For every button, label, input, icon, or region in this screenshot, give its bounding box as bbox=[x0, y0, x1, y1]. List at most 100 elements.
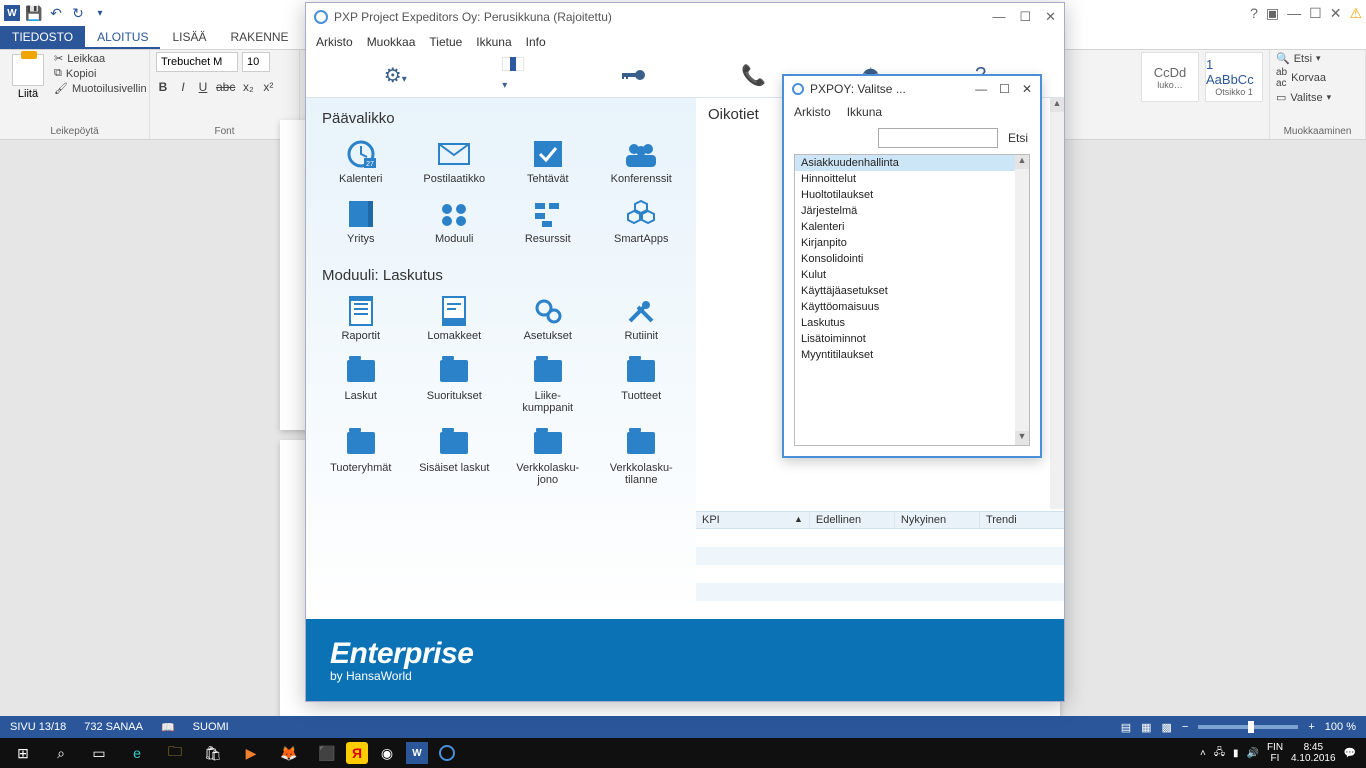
popup-close-icon[interactable]: ✕ bbox=[1022, 82, 1032, 96]
find-button[interactable]: 🔍Etsi ▾ bbox=[1276, 52, 1331, 65]
zoom-slider[interactable] bbox=[1198, 725, 1298, 729]
save-icon[interactable]: 💾 bbox=[26, 5, 42, 21]
popup-scrollbar[interactable]: ▲ ▼ bbox=[1015, 155, 1029, 445]
redo-icon[interactable]: ↻ bbox=[70, 5, 86, 21]
yandex-icon[interactable]: Я bbox=[346, 742, 368, 764]
tile-lomakkeet[interactable]: Lomakkeet bbox=[408, 292, 502, 346]
list-item[interactable]: Laskutus bbox=[795, 315, 1029, 331]
tile-postilaatikko[interactable]: Postilaatikko bbox=[408, 135, 502, 189]
list-item[interactable]: Asiakkuudenhallinta bbox=[795, 155, 1029, 171]
kpi-col-prev[interactable]: Edellinen bbox=[810, 512, 895, 528]
firefox-icon[interactable]: 🦊 bbox=[270, 738, 308, 768]
minimize-icon[interactable]: — bbox=[1287, 5, 1301, 21]
format-painter-button[interactable]: 🖌Muotoilusivellin bbox=[54, 82, 147, 95]
maximize-icon[interactable]: ☐ bbox=[1309, 5, 1322, 22]
table-row[interactable] bbox=[696, 601, 1064, 619]
paste-button[interactable]: Liitä bbox=[6, 52, 50, 102]
tile-verkkolasku-tilanne[interactable]: Verkkolasku-tilanne bbox=[595, 424, 689, 490]
tile-smartapps[interactable]: SmartApps bbox=[595, 195, 689, 249]
view-print-icon[interactable]: ▦ bbox=[1141, 721, 1151, 734]
help-icon[interactable]: ? bbox=[1250, 5, 1258, 21]
table-row[interactable] bbox=[696, 547, 1064, 565]
zoom-in-button[interactable]: + bbox=[1308, 721, 1314, 733]
view-read-icon[interactable]: ▤ bbox=[1121, 721, 1131, 734]
tray-volume-icon[interactable]: 🔊 bbox=[1246, 748, 1258, 759]
key-icon[interactable] bbox=[620, 68, 646, 82]
kpi-col-kpi[interactable]: KPI ▲ bbox=[696, 512, 810, 528]
font-size-combo[interactable] bbox=[242, 52, 270, 72]
close-icon[interactable]: ✕ bbox=[1330, 5, 1342, 22]
tray-language[interactable]: FINFI bbox=[1267, 742, 1283, 764]
table-row[interactable] bbox=[696, 529, 1064, 547]
zoom-out-button[interactable]: − bbox=[1182, 721, 1188, 733]
table-row[interactable] bbox=[696, 583, 1064, 601]
pxp-menu-item[interactable]: Info bbox=[526, 35, 546, 49]
tile-resurssit[interactable]: Resurssit bbox=[501, 195, 595, 249]
word-count[interactable]: 732 SANAA bbox=[84, 721, 143, 733]
undo-icon[interactable]: ↶ bbox=[48, 5, 64, 21]
tab-home[interactable]: ALOITUS bbox=[85, 26, 160, 49]
list-item[interactable]: Kirjanpito bbox=[795, 235, 1029, 251]
popup-menu-item[interactable]: Arkisto bbox=[794, 105, 831, 119]
popup-titlebar[interactable]: PXPOY: Valitse ... — ☐ ✕ bbox=[784, 76, 1040, 102]
kpi-col-curr[interactable]: Nykyinen bbox=[895, 512, 980, 528]
tile-suoritukset[interactable]: Suoritukset bbox=[408, 352, 502, 418]
tile-raportit[interactable]: Raportit bbox=[314, 292, 408, 346]
pxp-menu-item[interactable]: Ikkuna bbox=[476, 35, 511, 49]
tab-file[interactable]: TIEDOSTO bbox=[0, 26, 85, 49]
tray-network-icon[interactable]: 🖧 bbox=[1214, 745, 1225, 762]
pxp-menu-item[interactable]: Tietue bbox=[429, 35, 462, 49]
list-item[interactable]: Kulut bbox=[795, 267, 1029, 283]
strike-button[interactable]: abc bbox=[216, 80, 235, 94]
list-item[interactable]: Käyttöomaisuus bbox=[795, 299, 1029, 315]
word-taskbar-icon[interactable]: W bbox=[406, 742, 428, 764]
proofing-icon[interactable]: 📖 bbox=[161, 721, 175, 734]
tile-teht-v-t[interactable]: Tehtävät bbox=[501, 135, 595, 189]
tile-yritys[interactable]: Yritys bbox=[314, 195, 408, 249]
pxp-titlebar[interactable]: PXP Project Expeditors Oy: Perusikkuna (… bbox=[306, 3, 1064, 31]
table-row[interactable] bbox=[696, 565, 1064, 583]
media-icon[interactable]: ▶ bbox=[232, 738, 270, 768]
tile-asetukset[interactable]: Asetukset bbox=[501, 292, 595, 346]
popup-minimize-icon[interactable]: — bbox=[975, 82, 987, 96]
tile-rutiinit[interactable]: Rutiinit bbox=[595, 292, 689, 346]
style-box-1[interactable]: CcDdluko… bbox=[1141, 52, 1199, 102]
copy-button[interactable]: ⧉Kopioi bbox=[54, 67, 147, 80]
list-item[interactable]: Huoltotilaukset bbox=[795, 187, 1029, 203]
list-item[interactable]: Lisätoiminnot bbox=[795, 331, 1029, 347]
tray-battery-icon[interactable]: ▮ bbox=[1233, 748, 1239, 759]
tile-tuoteryhm-t[interactable]: Tuoteryhmät bbox=[314, 424, 408, 490]
tile-kalenteri[interactable]: 27Kalenteri bbox=[314, 135, 408, 189]
phone-icon[interactable]: 📞 bbox=[741, 63, 766, 88]
view-web-icon[interactable]: ▩ bbox=[1162, 721, 1172, 734]
popup-menu-item[interactable]: Ikkuna bbox=[847, 105, 882, 119]
cut-button[interactable]: ✂Leikkaa bbox=[54, 52, 147, 65]
pxp-maximize-icon[interactable]: ☐ bbox=[1019, 9, 1031, 25]
app-icon[interactable]: ⬛ bbox=[308, 738, 346, 768]
popup-search-input[interactable] bbox=[878, 128, 998, 148]
tile-moduuli[interactable]: Moduuli bbox=[408, 195, 502, 249]
pxp-menu-item[interactable]: Arkisto bbox=[316, 35, 353, 49]
chrome-icon[interactable]: ◉ bbox=[368, 738, 406, 768]
page-indicator[interactable]: SIVU 13/18 bbox=[10, 721, 66, 733]
popup-search-button[interactable]: Etsi bbox=[1008, 131, 1028, 145]
tile-sis-iset-laskut[interactable]: Sisäiset laskut bbox=[408, 424, 502, 490]
style-box-2[interactable]: 1 AaBbCcOtsikko 1 bbox=[1205, 52, 1263, 102]
search-button[interactable]: ⌕ bbox=[42, 738, 80, 768]
italic-button[interactable]: I bbox=[176, 80, 190, 94]
list-item[interactable]: Käyttäjäasetukset bbox=[795, 283, 1029, 299]
flag-icon[interactable]: ▾ bbox=[502, 57, 524, 94]
taskview-button[interactable]: ▭ bbox=[80, 738, 118, 768]
superscript-button[interactable]: x² bbox=[261, 80, 275, 94]
list-item[interactable]: Kalenteri bbox=[795, 219, 1029, 235]
popup-maximize-icon[interactable]: ☐ bbox=[999, 82, 1010, 96]
list-item[interactable]: Myyntitilaukset bbox=[795, 347, 1029, 363]
tray-notifications-icon[interactable]: 💬 bbox=[1344, 748, 1356, 759]
zoom-level[interactable]: 100 % bbox=[1325, 721, 1356, 733]
list-item[interactable]: Järjestelmä bbox=[795, 203, 1029, 219]
tile-verkkolasku-jono[interactable]: Verkkolasku-jono bbox=[501, 424, 595, 490]
scrollbar[interactable]: ▲ bbox=[1050, 98, 1064, 509]
tile-laskut[interactable]: Laskut bbox=[314, 352, 408, 418]
ribbon-options-icon[interactable]: ▣ bbox=[1266, 5, 1279, 22]
replace-button[interactable]: abacKorvaa bbox=[1276, 67, 1331, 89]
